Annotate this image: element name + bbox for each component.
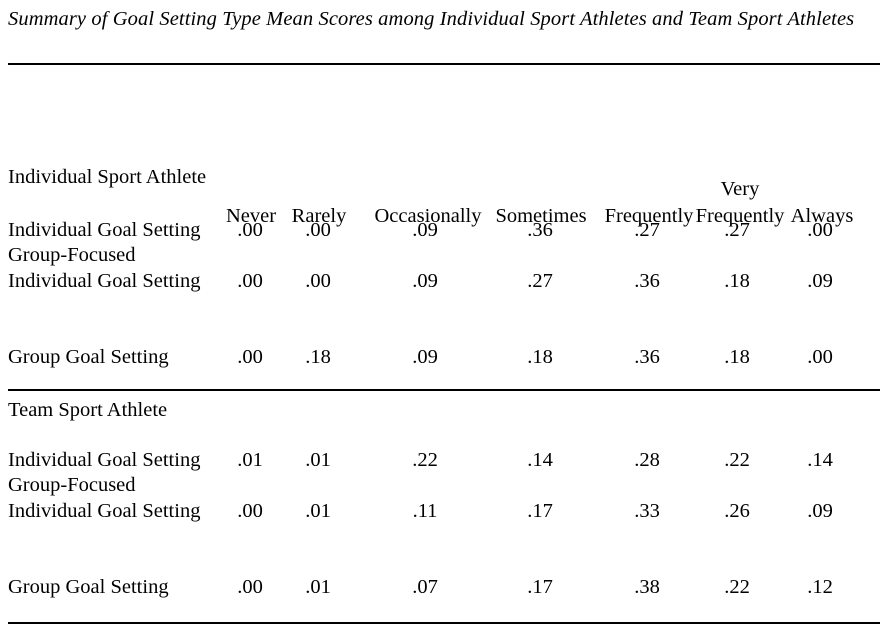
cell-1-2-1: .01 — [305, 576, 331, 598]
cell-0-2-4: .36 — [634, 346, 660, 368]
cell-1-2-3: .17 — [527, 576, 553, 598]
cell-0-1-3: .27 — [527, 270, 553, 292]
cell-1-1-2: .11 — [412, 500, 438, 522]
cell-0-1-2: .09 — [412, 270, 438, 292]
cell-0-0-6: .00 — [807, 219, 833, 241]
cell-1-0-5: .22 — [724, 449, 750, 471]
cell-1-0-1: .01 — [305, 449, 331, 471]
cell-1-1-6: .09 — [807, 500, 833, 522]
cell-0-1-5: .18 — [724, 270, 750, 292]
cell-0-2-2: .09 — [412, 346, 438, 368]
cell-0-2-3: .18 — [527, 346, 553, 368]
column-header-row: Never Rarely Occasionally Sometimes Frequent… — [0, 86, 890, 227]
row-label-1-1: Individual Goal Setting — [8, 500, 201, 522]
row-label-1-2: Group Goal Setting — [8, 576, 169, 598]
cell-0-0-5: .27 — [724, 219, 750, 241]
cell-0-2-0: .00 — [237, 346, 263, 368]
cell-0-2-6: .00 — [807, 346, 833, 368]
table-rule-middle — [8, 389, 880, 391]
cell-0-1-6: .09 — [807, 270, 833, 292]
row-label-0-1: Individual Goal Setting — [8, 270, 201, 292]
cell-1-2-2: .07 — [412, 576, 438, 598]
cell-0-0-4: .27 — [634, 219, 660, 241]
cell-1-0-3: .14 — [527, 449, 553, 471]
row-label-0-0: Individual Goal Setting — [8, 219, 201, 241]
cell-1-0-4: .28 — [634, 449, 660, 471]
cell-0-0-0: .00 — [237, 219, 263, 241]
cell-1-1-4: .33 — [634, 500, 660, 522]
row-label-0-2: Group Goal Setting — [8, 346, 169, 368]
row-label-0-1-line1: Group-Focused — [8, 244, 136, 266]
cell-1-0-2: .22 — [412, 449, 438, 471]
cell-1-2-5: .22 — [724, 576, 750, 598]
cell-0-0-1: .00 — [305, 219, 331, 241]
cell-1-2-6: .12 — [807, 576, 833, 598]
cell-1-1-1: .01 — [305, 500, 331, 522]
cell-0-0-2: .09 — [412, 219, 438, 241]
cell-0-2-1: .18 — [305, 346, 331, 368]
column-header-5-line1: Very — [720, 178, 760, 200]
cell-0-2-5: .18 — [724, 346, 750, 368]
cell-1-1-3: .17 — [527, 500, 553, 522]
cell-1-1-0: .00 — [237, 500, 263, 522]
cell-0-1-0: .00 — [237, 270, 263, 292]
row-label-1-0: Individual Goal Setting — [8, 449, 201, 471]
cell-0-1-4: .36 — [634, 270, 660, 292]
cell-1-0-0: .01 — [237, 449, 263, 471]
cell-1-1-5: .26 — [724, 500, 750, 522]
section-heading-1: Team Sport Athlete — [8, 399, 168, 421]
cell-1-2-4: .38 — [634, 576, 660, 598]
cell-0-0-3: .36 — [527, 219, 553, 241]
row-label-1-1-line1: Group-Focused — [8, 474, 136, 496]
table-title: Summary of Goal Setting Type Mean Scores… — [8, 8, 855, 30]
statistical-table: Summary of Goal Setting Type Mean Scores… — [0, 0, 890, 641]
cell-1-0-6: .14 — [807, 449, 833, 471]
cell-1-2-0: .00 — [237, 576, 263, 598]
table-rule-top — [8, 63, 880, 65]
table-rule-bottom — [8, 622, 880, 624]
cell-0-1-1: .00 — [305, 270, 331, 292]
section-heading-0: Individual Sport Athlete — [8, 166, 207, 188]
